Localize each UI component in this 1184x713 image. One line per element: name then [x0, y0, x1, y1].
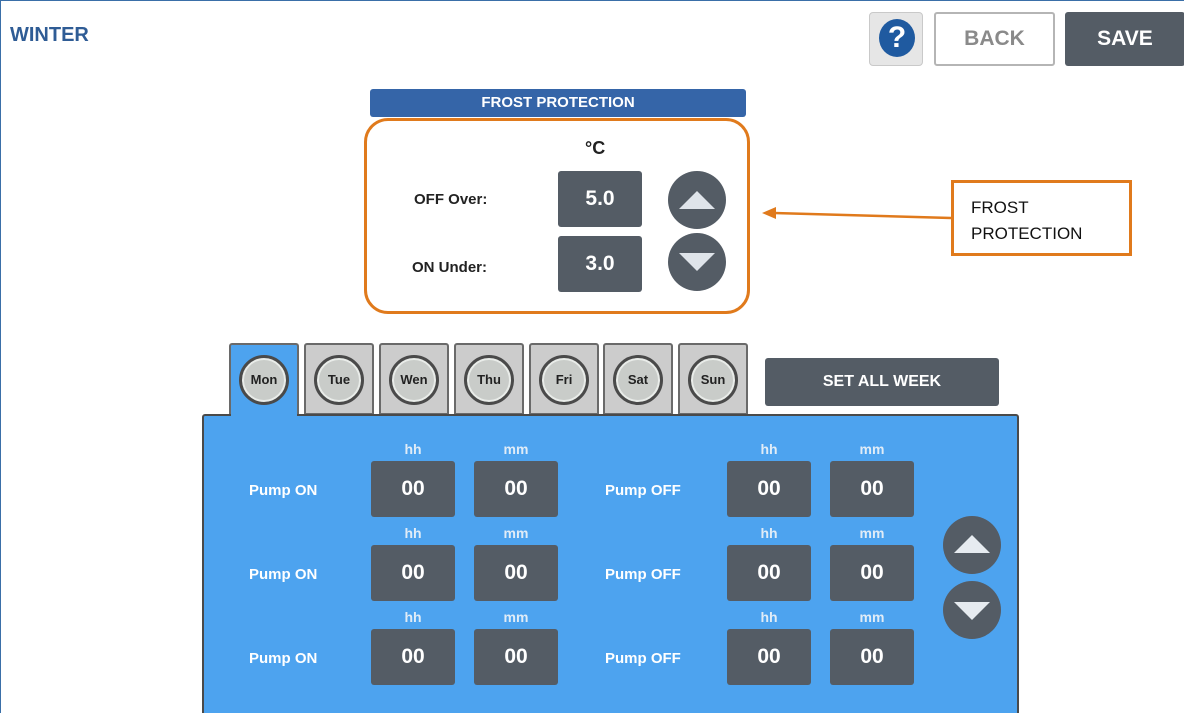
- arrow-up-icon: [954, 535, 990, 553]
- pump-off-hh-input[interactable]: 00: [727, 461, 811, 517]
- pump-off-label: Pump OFF: [605, 566, 681, 583]
- frost-decrease-button[interactable]: [668, 233, 726, 291]
- off-over-value[interactable]: 5.0: [558, 171, 642, 227]
- day-label: Thu: [464, 355, 514, 405]
- pump-off-label: Pump OFF: [605, 650, 681, 667]
- day-label: Sat: [613, 355, 663, 405]
- tab-tue[interactable]: Tue: [304, 343, 374, 415]
- hh-header: hh: [404, 441, 422, 457]
- hh-header: hh: [404, 609, 422, 625]
- pump-on-mm-input[interactable]: 00: [474, 461, 558, 517]
- pump-off-hh-input[interactable]: 00: [727, 545, 811, 601]
- pump-on-label: Pump ON: [249, 482, 318, 499]
- temperature-unit: °C: [585, 138, 606, 158]
- off-over-label: OFF Over:: [414, 191, 488, 208]
- pump-on-hh-input[interactable]: 00: [371, 461, 455, 517]
- pump-on-hh-input[interactable]: 00: [371, 545, 455, 601]
- active-tab-joint: [231, 412, 297, 418]
- schedule-scroll-down-button[interactable]: [943, 581, 1001, 639]
- schedule-scroll-up-button[interactable]: [943, 516, 1001, 574]
- frost-protection-header: FROST PROTECTION: [370, 89, 746, 117]
- callout-text: FROST PROTECTION: [971, 198, 1083, 243]
- on-under-label: ON Under:: [412, 259, 487, 276]
- mm-header: mm: [859, 609, 885, 625]
- day-label: Wen: [389, 355, 439, 405]
- pump-on-label: Pump ON: [249, 650, 318, 667]
- tab-sat[interactable]: Sat: [603, 343, 673, 415]
- hh-header: hh: [760, 609, 778, 625]
- mm-header: mm: [503, 525, 529, 541]
- arrow-up-icon: [679, 191, 715, 209]
- mm-header: mm: [859, 441, 885, 457]
- pump-on-hh-input[interactable]: 00: [371, 629, 455, 685]
- tab-thu[interactable]: Thu: [454, 343, 524, 415]
- arrow-down-icon: [679, 253, 715, 271]
- arrow-down-icon: [954, 602, 990, 620]
- page-title: WINTER: [10, 24, 89, 46]
- pump-on-mm-input[interactable]: 00: [474, 629, 558, 685]
- set-all-week-button[interactable]: SET ALL WEEK: [765, 358, 999, 406]
- tab-sun[interactable]: Sun: [678, 343, 748, 415]
- pump-on-mm-input[interactable]: 00: [474, 545, 558, 601]
- mm-header: mm: [503, 441, 529, 457]
- day-label: Fri: [539, 355, 589, 405]
- save-button[interactable]: SAVE: [1065, 12, 1184, 66]
- pump-on-label: Pump ON: [249, 566, 318, 583]
- on-under-value[interactable]: 3.0: [558, 236, 642, 292]
- help-icon: ?: [879, 19, 915, 57]
- day-label: Tue: [314, 355, 364, 405]
- hh-header: hh: [760, 441, 778, 457]
- day-label: Mon: [239, 355, 289, 405]
- mm-header: mm: [503, 609, 529, 625]
- pump-off-mm-input[interactable]: 00: [830, 629, 914, 685]
- day-label: Sun: [688, 355, 738, 405]
- tab-wen[interactable]: Wen: [379, 343, 449, 415]
- back-button[interactable]: BACK: [934, 12, 1055, 66]
- tab-mon[interactable]: Mon: [229, 343, 299, 419]
- frost-protection-callout: FROST PROTECTION: [951, 180, 1132, 256]
- pump-off-hh-input[interactable]: 00: [727, 629, 811, 685]
- mm-header: mm: [859, 525, 885, 541]
- pump-off-mm-input[interactable]: 00: [830, 461, 914, 517]
- pump-off-mm-input[interactable]: 00: [830, 545, 914, 601]
- pump-off-label: Pump OFF: [605, 482, 681, 499]
- help-button[interactable]: ?: [869, 12, 923, 66]
- tab-fri[interactable]: Fri: [529, 343, 599, 415]
- frost-increase-button[interactable]: [668, 171, 726, 229]
- hh-header: hh: [760, 525, 778, 541]
- hh-header: hh: [404, 525, 422, 541]
